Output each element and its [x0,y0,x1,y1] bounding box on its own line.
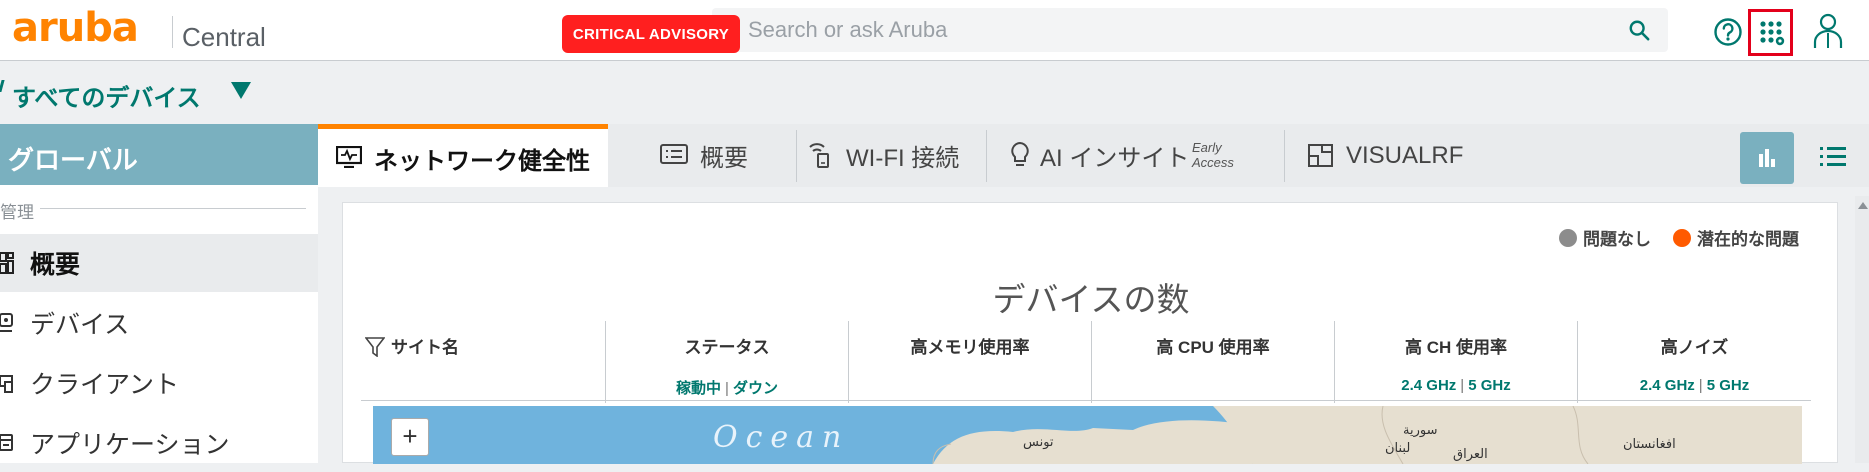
column-subheaders: 2.4 GHz | 5 GHz [1401,377,1511,394]
sidebar-item-label: 概要 [30,251,81,279]
column-header: 高ノイズ [1660,338,1729,357]
sidebar-item-label: クライアント [30,371,180,399]
apps-icon [1760,21,1785,46]
legend-dot-issue [1673,228,1691,247]
floorplan-icon [1308,144,1333,167]
column-high-noise[interactable]: 高ノイズ 2.4 GHz | 5 GHz [1577,321,1811,403]
column-header: 高 CPU 使用率 [1156,338,1270,357]
user-icon[interactable] [1812,13,1844,49]
scroll-up-arrow[interactable] [1858,202,1868,209]
sidebar-item-applications[interactable]: アプリケーション [0,414,318,472]
legend-dot-ok [1559,228,1577,247]
help-icon[interactable] [1713,17,1743,47]
scope-selector[interactable]: グローバル [0,124,318,185]
client-icon [0,375,13,393]
tab-divider [986,130,987,182]
tab-label: AI インサイト [1040,145,1190,172]
tab-bar: ネットワーク健全性 概要 WI-FI 接続 AI インサイト Early Acc… [318,124,1869,187]
status-down-label[interactable]: ダウン [733,380,778,397]
list-view-icon[interactable] [1820,146,1846,168]
context-filter-bar: すべてのデバイス [0,62,1869,124]
application-icon [0,434,13,451]
sidebar-item-devices[interactable]: デバイス [0,294,318,352]
band-5ghz-label[interactable]: 5 GHz [1468,377,1511,394]
band-2-4ghz-label[interactable]: 2.4 GHz [1401,377,1456,394]
tab-label: WI-FI 接続 [846,145,960,172]
search-bar[interactable] [712,8,1668,52]
lightbulb-icon [1011,141,1029,166]
map-place-label: العراق [1453,446,1488,461]
map-place-label: لبنان [1385,440,1411,455]
legend: 問題なし 潜在的な問題 [1559,225,1799,250]
tab-visualrf[interactable]: VISUALRF [1308,124,1488,187]
tab-label: ネットワーク健全性 [374,147,590,175]
column-status[interactable]: ステータス 稼動中 | ダウン [605,321,848,403]
tab-divider [796,130,797,182]
dashboard-icon [0,252,14,274]
column-header: サイト名 [391,338,459,357]
scrollbar[interactable] [1855,196,1869,463]
apps-menu-button[interactable] [1748,9,1793,56]
bar-chart-icon [1759,149,1775,167]
caret-down-icon[interactable] [230,80,252,100]
column-subheaders: 2.4 GHz | 5 GHz [1639,377,1750,394]
map-ocean-label: Ocean [713,420,850,455]
column-high-memory[interactable]: 高メモリ使用率 [848,321,1091,403]
column-subheaders: 稼動中 | ダウン [676,380,778,397]
map-land [932,406,1802,464]
early-access-badge: Early Access [1192,140,1234,170]
filter-edge-mark [0,80,5,92]
map-place-label: تونس [1023,434,1054,449]
status-up-label[interactable]: 稼動中 [676,380,721,397]
tab-label: VISUALRF [1346,141,1464,169]
device-filter-label[interactable]: すべてのデバイス [12,78,201,113]
panel-title: デバイスの数 [992,281,1190,318]
column-header: 高メモリ使用率 [910,338,1030,357]
column-site-name[interactable]: サイト名 [361,321,605,403]
device-count-panel: 問題なし 潜在的な問題 デバイスの数 サイト名 ステータス 稼動中 | ダウン 高メ… [342,202,1838,464]
legend-label-ok: 問題なし [1583,230,1651,249]
band-2-4ghz-label[interactable]: 2.4 GHz [1640,377,1695,394]
device-icon [0,313,13,332]
legend-label-issue: 潜在的な問題 [1697,230,1799,249]
aruba-logo[interactable]: aruba [12,8,139,48]
column-header: ステータス [684,338,770,357]
sidebar-item-label: デバイス [30,311,130,339]
tab-divider [1284,130,1285,182]
search-input[interactable] [748,8,1608,52]
critical-advisory-button[interactable]: CRITICAL ADVISORY [562,15,740,53]
sidebar-item-label: アプリケーション [30,431,230,459]
column-high-cpu[interactable]: 高 CPU 使用率 [1091,321,1334,403]
sidebar-item-clients[interactable]: クライアント [0,354,318,412]
tab-wifi-connect[interactable]: WI-FI 接続 [808,124,978,187]
section-divider [40,208,306,209]
band-5ghz-label[interactable]: 5 GHz [1707,377,1750,394]
logo-divider [172,16,173,48]
tab-network-health[interactable]: ネットワーク健全性 [318,124,608,187]
top-bar: aruba Central CRITICAL ADVISORY [0,0,1869,61]
map-place-label: سورية [1403,422,1438,437]
table-header-divider [361,400,1811,401]
search-icon[interactable] [1628,19,1650,41]
list-icon [660,144,688,164]
section-label: 管理 [0,203,34,222]
monitor-icon [336,146,362,168]
filter-icon[interactable] [365,337,385,357]
column-high-channel-utilization[interactable]: 高 CH 使用率 2.4 GHz | 5 GHz [1334,321,1577,403]
column-header: 高 CH 使用率 [1405,338,1507,357]
map-place-label: افغانستان [1623,436,1676,451]
sidebar: グローバル 管理 概要 デバイス クライアント アプリケーション [0,124,318,463]
tab-ai-insights[interactable]: AI インサイト Early Access [1010,124,1250,187]
tab-label: 概要 [700,145,748,172]
tab-overview[interactable]: 概要 [610,124,788,187]
wifi-device-icon [809,143,829,168]
product-name: Central [182,22,266,52]
site-map[interactable]: + Ocean تونس سورية لبنان العراق افغانستا… [373,406,1802,464]
sidebar-item-overview[interactable]: 概要 [0,234,318,292]
map-zoom-in-button[interactable]: + [391,418,429,456]
chart-view-button[interactable] [1740,132,1794,184]
